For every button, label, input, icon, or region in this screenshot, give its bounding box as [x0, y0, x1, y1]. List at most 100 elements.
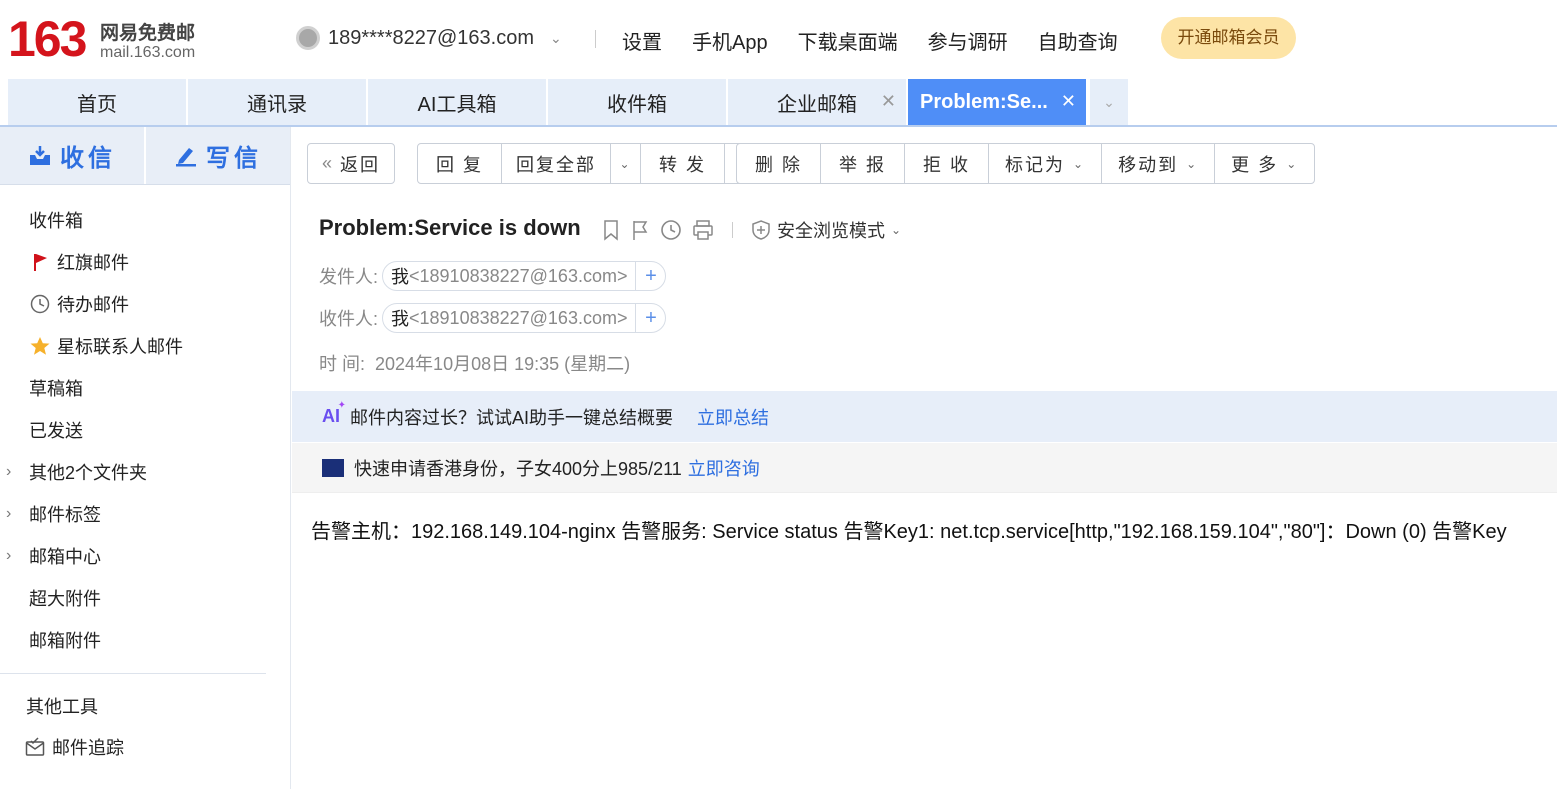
- divider: [0, 673, 266, 674]
- tabs-more-button[interactable]: ⌄: [1090, 79, 1128, 125]
- tab-contacts[interactable]: 通讯录: [188, 79, 366, 125]
- account-switcher[interactable]: 189****8227@163.com ⌄: [296, 26, 562, 50]
- nav-self-service[interactable]: 自助查询: [1038, 26, 1118, 55]
- reply-all-dropdown[interactable]: ⌄: [610, 144, 640, 183]
- flag-icon[interactable]: [630, 219, 650, 241]
- reply-button[interactable]: 回 复: [418, 144, 501, 183]
- account-avatar-icon: [296, 26, 320, 50]
- chevron-right-icon: ›: [6, 505, 12, 522]
- folder-label: 邮箱附件: [29, 631, 101, 651]
- vip-membership-button[interactable]: 开通邮箱会员: [1161, 17, 1296, 59]
- forward-button[interactable]: 转 发: [640, 144, 724, 183]
- close-icon[interactable]: ✕: [1061, 91, 1076, 112]
- mark-as-label: 标记为: [1005, 154, 1066, 175]
- folder-mail-tags[interactable]: › 邮件标签: [0, 493, 290, 535]
- double-chevron-left-icon: «: [322, 153, 335, 173]
- tab-home[interactable]: 首页: [8, 79, 186, 125]
- folder-label: 草稿箱: [29, 379, 83, 399]
- folder-mailbox-attachments[interactable]: 邮箱附件: [0, 619, 290, 661]
- close-icon[interactable]: ✕: [881, 91, 896, 112]
- report-button[interactable]: 举 报: [820, 144, 904, 183]
- logo-number: 163: [8, 11, 87, 67]
- nav-mobile-app[interactable]: 手机App: [692, 26, 768, 55]
- move-to-button[interactable]: 移动到 ⌄: [1101, 144, 1214, 183]
- more-button[interactable]: 更 多 ⌄: [1214, 144, 1314, 183]
- move-to-label: 移动到: [1118, 154, 1179, 175]
- ai-icon: AI ✦: [322, 400, 346, 426]
- recipient-row: 收件人: 我 <18910838227@163.com> +: [319, 303, 667, 333]
- reject-button[interactable]: 拒 收: [904, 144, 988, 183]
- sender-chip[interactable]: 我 <18910838227@163.com> +: [382, 261, 667, 291]
- other-tools-title: 其他工具: [26, 697, 98, 717]
- receive-mail-button[interactable]: 收信: [0, 127, 144, 184]
- mark-as-button[interactable]: 标记为 ⌄: [988, 144, 1101, 183]
- nav-settings[interactable]: 设置: [622, 26, 662, 55]
- folder-label: 红旗邮件: [57, 253, 129, 273]
- nav-survey[interactable]: 参与调研: [928, 26, 1008, 55]
- folder-inbox[interactable]: 收件箱: [0, 199, 290, 241]
- folder-sent[interactable]: 已发送: [0, 409, 290, 451]
- ai-summarize-link[interactable]: 立即总结: [697, 404, 769, 430]
- print-icon[interactable]: [692, 219, 714, 241]
- ai-prompt-text: 邮件内容过长？试试AI助手一键总结概要: [350, 407, 674, 428]
- tab-current-mail[interactable]: Problem:Se... ✕: [908, 79, 1086, 125]
- folder-label: 已发送: [29, 421, 83, 441]
- back-button[interactable]: « 返回: [308, 144, 394, 183]
- sender-row: 发件人: 我 <18910838227@163.com> +: [319, 261, 667, 291]
- ad-text[interactable]: 快速申请香港身份，子女400分上985/211: [354, 455, 682, 481]
- delete-label: 删 除: [755, 154, 803, 175]
- compose-button[interactable]: 写信: [144, 127, 290, 184]
- delete-button[interactable]: 删 除: [737, 144, 820, 183]
- clock-icon[interactable]: [660, 219, 682, 241]
- chevron-down-icon: ⌄: [1286, 156, 1299, 171]
- safe-browsing-mode-toggle[interactable]: 安全浏览模式 ⌄: [751, 217, 901, 243]
- action-group: 删 除 举 报 拒 收 标记为 ⌄ 移动到 ⌄ 更 多 ⌄: [736, 143, 1316, 184]
- clock-icon: [29, 294, 51, 314]
- forward-label: 转 发: [659, 154, 707, 175]
- folder-label: 星标联系人邮件: [57, 337, 183, 357]
- sidebar: 收信 写信 收件箱 红旗邮件 待办邮件 星标联系人邮件 草稿箱 已发送 › 其他…: [0, 127, 291, 789]
- tab-ai-toolbox[interactable]: AI工具箱: [368, 79, 546, 125]
- reply-all-button[interactable]: 回复全部: [501, 144, 610, 183]
- folder-todo[interactable]: 待办邮件: [0, 283, 290, 325]
- safe-mode-label: 安全浏览模式: [777, 221, 885, 241]
- recipient-email: <18910838227@163.com>: [409, 307, 628, 328]
- recipient-name: 我: [391, 309, 410, 329]
- tab-bar: 首页 通讯录 AI工具箱 收件箱 企业邮箱 ✕ Problem:Se... ✕ …: [8, 79, 1128, 125]
- star-icon: [29, 336, 51, 356]
- tab-label: 收件箱: [607, 93, 667, 116]
- divider: [732, 222, 733, 238]
- compose-label: 写信: [206, 145, 262, 172]
- bookmark-icon[interactable]: [602, 219, 620, 241]
- nav-download-desktop[interactable]: 下载桌面端: [798, 26, 898, 55]
- reply-group: 回 复 回复全部 ⌄ 转 发 ⌄: [417, 143, 756, 184]
- add-contact-icon[interactable]: +: [635, 304, 665, 332]
- folder-large-attachments[interactable]: 超大附件: [0, 577, 290, 619]
- folder-flagged[interactable]: 红旗邮件: [0, 241, 290, 283]
- more-label: 更 多: [1231, 154, 1279, 175]
- mail-time: 2024年10月08日 19:35 (星期二): [375, 354, 631, 374]
- ad-consult-link[interactable]: 立即咨询: [688, 455, 760, 481]
- divider: [595, 30, 596, 48]
- chevron-down-icon: ⌄: [891, 223, 902, 237]
- recipient-chip[interactable]: 我 <18910838227@163.com> +: [382, 303, 667, 333]
- folder-starred-contacts[interactable]: 星标联系人邮件: [0, 325, 290, 367]
- mail-toolbar: « 返回 回 复 回复全部 ⌄ 转 发 ⌄ 删 除 举 报 拒 收 标记为 ⌄ …: [292, 127, 1557, 197]
- chevron-right-icon: ›: [6, 463, 12, 480]
- report-label: 举 报: [839, 154, 887, 175]
- chevron-down-icon: ⌄: [1186, 156, 1199, 171]
- tab-enterprise-mail[interactable]: 企业邮箱 ✕: [728, 79, 906, 125]
- folder-other-folders[interactable]: › 其他2个文件夹: [0, 451, 290, 493]
- folder-mail-center[interactable]: › 邮箱中心: [0, 535, 290, 577]
- folder-drafts[interactable]: 草稿箱: [0, 367, 290, 409]
- reply-all-label: 回复全部: [516, 154, 597, 175]
- ai-summary-bar: AI ✦ 邮件内容过长？试试AI助手一键总结概要 立即总结: [292, 391, 1557, 442]
- to-label: 收件人:: [319, 309, 379, 329]
- add-contact-icon[interactable]: +: [635, 262, 665, 290]
- tool-mail-tracking[interactable]: 邮件追踪: [0, 726, 290, 768]
- chevron-down-icon: ⌄: [1073, 156, 1086, 171]
- sidebar-actions: 收信 写信: [0, 127, 290, 185]
- tab-label: 首页: [77, 93, 117, 116]
- mail-view: Problem:Service is down 安全浏览模式 ⌄ 发件人: 我 …: [292, 197, 1557, 789]
- tab-inbox[interactable]: 收件箱: [548, 79, 726, 125]
